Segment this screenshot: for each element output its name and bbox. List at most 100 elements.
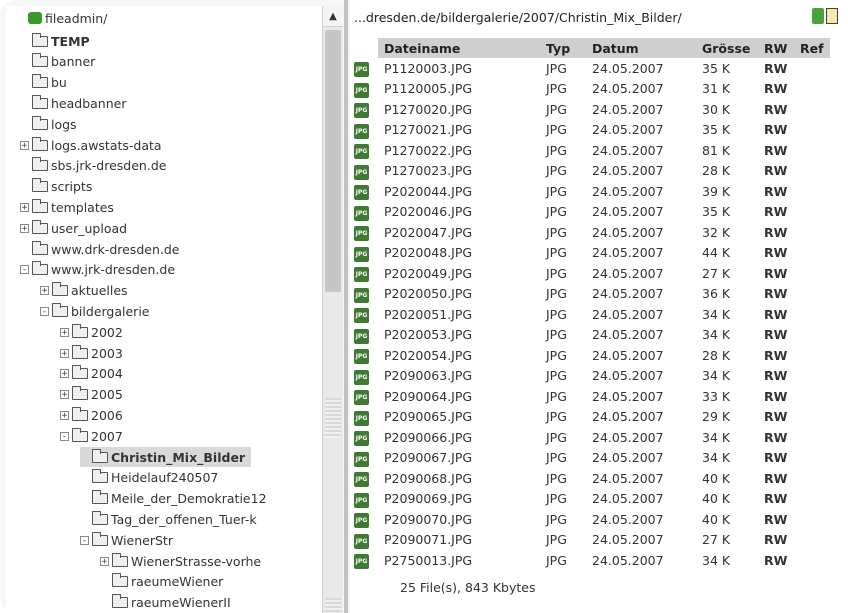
file-name[interactable]: P2020046.JPG: [378, 202, 540, 223]
tree-node[interactable]: raeumeWiener: [100, 572, 223, 592]
file-name[interactable]: P2090064.JPG: [378, 386, 540, 407]
tree-node[interactable]: +2005: [60, 385, 123, 405]
file-name[interactable]: P2090067.JPG: [378, 448, 540, 469]
jpg-file-icon[interactable]: JPG: [354, 369, 369, 385]
jpg-file-icon[interactable]: JPG: [354, 349, 369, 365]
col-filename[interactable]: Dateiname: [378, 38, 540, 58]
pane-splitter[interactable]: [344, 0, 348, 613]
jpg-file-icon[interactable]: JPG: [354, 287, 369, 303]
table-row[interactable]: JPG P2020054.JPG JPG 24.05.2007 28 K RW: [350, 345, 830, 366]
file-name[interactable]: P2090071.JPG: [378, 530, 540, 551]
jpg-file-icon[interactable]: JPG: [354, 451, 369, 467]
tree-node[interactable]: + templates: [20, 197, 114, 217]
file-name[interactable]: P2090065.JPG: [378, 407, 540, 428]
jpg-file-icon[interactable]: JPG: [354, 144, 369, 160]
tree-node[interactable]: +2004: [60, 364, 123, 384]
table-row[interactable]: JPG P2090071.JPG JPG 24.05.2007 27 K RW: [350, 530, 830, 551]
file-name[interactable]: P2090068.JPG: [378, 468, 540, 489]
jpg-file-icon[interactable]: JPG: [354, 62, 369, 78]
collapse-icon[interactable]: -: [80, 535, 89, 545]
table-row[interactable]: JPG P2020044.JPG JPG 24.05.2007 39 K RW: [350, 181, 830, 202]
expand-icon[interactable]: +: [60, 348, 69, 358]
col-type[interactable]: Typ: [540, 38, 586, 58]
tree-node[interactable]: TEMP: [20, 31, 90, 51]
tree-node[interactable]: +2003: [60, 343, 123, 363]
expand-icon[interactable]: +: [100, 556, 109, 566]
file-name[interactable]: P2020048.JPG: [378, 243, 540, 264]
tree-node[interactable]: + user_upload: [20, 218, 127, 238]
expand-icon[interactable]: +: [60, 390, 69, 400]
expand-icon[interactable]: +: [60, 327, 69, 337]
file-name[interactable]: P1270020.JPG: [378, 99, 540, 120]
collapse-icon[interactable]: -: [40, 306, 49, 316]
jpg-file-icon[interactable]: JPG: [354, 185, 369, 201]
tree-node[interactable]: www.drk-dresden.de: [20, 239, 179, 259]
tree-scrollbar[interactable]: ▲: [322, 6, 343, 613]
file-name[interactable]: P2090066.JPG: [378, 427, 540, 448]
table-row[interactable]: JPG P2090063.JPG JPG 24.05.2007 34 K RW: [350, 366, 830, 387]
table-row[interactable]: JPG P2090068.JPG JPG 24.05.2007 40 K RW: [350, 468, 830, 489]
table-row[interactable]: JPG P1270021.JPG JPG 24.05.2007 35 K RW: [350, 120, 830, 141]
table-row[interactable]: JPG P2750013.JPG JPG 24.05.2007 34 K RW: [350, 550, 830, 571]
tree-node[interactable]: +2006: [60, 405, 123, 425]
jpg-file-icon[interactable]: JPG: [354, 410, 369, 426]
file-name[interactable]: P2020051.JPG: [378, 304, 540, 325]
expand-icon[interactable]: +: [20, 223, 29, 233]
table-row[interactable]: JPG P2020049.JPG JPG 24.05.2007 27 K RW: [350, 263, 830, 284]
table-row[interactable]: JPG P2090069.JPG JPG 24.05.2007 40 K RW: [350, 489, 830, 510]
tree-node[interactable]: bu: [20, 73, 67, 93]
file-name[interactable]: P1120005.JPG: [378, 79, 540, 100]
collapse-icon[interactable]: -: [60, 431, 69, 441]
jpg-file-icon[interactable]: JPG: [354, 492, 369, 508]
col-rw[interactable]: RW: [758, 38, 794, 58]
file-name[interactable]: P2090063.JPG: [378, 366, 540, 387]
tree-node[interactable]: + aktuelles: [40, 281, 128, 301]
col-size[interactable]: Grösse: [696, 38, 758, 58]
tree-node[interactable]: + logs.awstats-data: [20, 135, 162, 155]
tree-node[interactable]: Tag_der_offenen_Tuer-k: [80, 509, 257, 529]
tree-node[interactable]: Heidelauf240507: [80, 468, 218, 488]
file-name[interactable]: P2750013.JPG: [378, 550, 540, 571]
tree-root[interactable]: fileadmin/: [28, 8, 107, 28]
table-row[interactable]: JPG P1120005.JPG JPG 24.05.2007 31 K RW: [350, 79, 830, 100]
table-row[interactable]: JPG P2090070.JPG JPG 24.05.2007 40 K RW: [350, 509, 830, 530]
table-row[interactable]: JPG P2090065.JPG JPG 24.05.2007 29 K RW: [350, 407, 830, 428]
file-name[interactable]: P2020054.JPG: [378, 345, 540, 366]
file-name[interactable]: P2020050.JPG: [378, 284, 540, 305]
collapse-icon[interactable]: -: [20, 265, 29, 275]
file-name[interactable]: P1270022.JPG: [378, 140, 540, 161]
tree-node[interactable]: headbanner: [20, 93, 126, 113]
jpg-file-icon[interactable]: JPG: [354, 390, 369, 406]
file-name[interactable]: P2020049.JPG: [378, 263, 540, 284]
table-row[interactable]: JPG P2090066.JPG JPG 24.05.2007 34 K RW: [350, 427, 830, 448]
jpg-file-icon[interactable]: JPG: [354, 164, 369, 180]
table-row[interactable]: JPG P1270022.JPG JPG 24.05.2007 81 K RW: [350, 140, 830, 161]
file-name[interactable]: P1270023.JPG: [378, 161, 540, 182]
expand-icon[interactable]: +: [60, 369, 69, 379]
file-name[interactable]: P1270021.JPG: [378, 120, 540, 141]
table-row[interactable]: JPG P1120003.JPG JPG 24.05.2007 35 K RW: [350, 58, 830, 79]
file-name[interactable]: P2020047.JPG: [378, 222, 540, 243]
file-name[interactable]: P2020044.JPG: [378, 181, 540, 202]
jpg-file-icon[interactable]: JPG: [354, 246, 369, 262]
tree-node[interactable]: raeumeWienerII: [100, 593, 231, 613]
table-row[interactable]: JPG P2090064.JPG JPG 24.05.2007 33 K RW: [350, 386, 830, 407]
jpg-file-icon[interactable]: JPG: [354, 513, 369, 529]
tree-node[interactable]: logs: [20, 114, 77, 134]
file-name[interactable]: P2090070.JPG: [378, 509, 540, 530]
col-date[interactable]: Datum: [586, 38, 696, 58]
tree-node[interactable]: banner: [20, 52, 95, 72]
table-row[interactable]: JPG P2020048.JPG JPG 24.05.2007 44 K RW: [350, 243, 830, 264]
jpg-file-icon[interactable]: JPG: [354, 267, 369, 283]
jpg-file-icon[interactable]: JPG: [354, 226, 369, 242]
table-row[interactable]: JPG P2020050.JPG JPG 24.05.2007 36 K RW: [350, 284, 830, 305]
table-row[interactable]: JPG P2020047.JPG JPG 24.05.2007 32 K RW: [350, 222, 830, 243]
expand-icon[interactable]: +: [60, 410, 69, 420]
tree-node[interactable]: + WienerStrasse-vorhe: [100, 551, 261, 571]
file-name[interactable]: P2090069.JPG: [378, 489, 540, 510]
table-row[interactable]: JPG P1270020.JPG JPG 24.05.2007 30 K RW: [350, 99, 830, 120]
tree-node[interactable]: scripts: [20, 177, 92, 197]
table-row[interactable]: JPG P2020051.JPG JPG 24.05.2007 34 K RW: [350, 304, 830, 325]
jpg-file-icon[interactable]: JPG: [354, 82, 369, 98]
jpg-file-icon[interactable]: JPG: [354, 431, 369, 447]
